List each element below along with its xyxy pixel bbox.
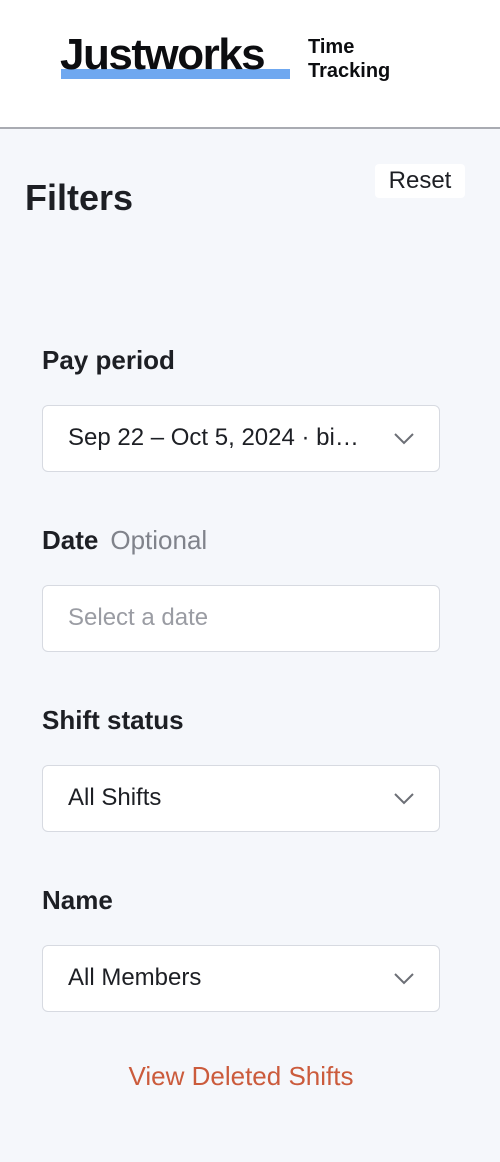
- name-value: All Members: [68, 964, 202, 991]
- pay-period-select[interactable]: Sep 22 – Oct 5, 2024 · biweekly: [42, 405, 440, 472]
- product-name-line2: Tracking: [308, 60, 391, 82]
- reset-button[interactable]: Reset: [375, 164, 465, 198]
- date-placeholder: Select a date: [68, 604, 209, 631]
- shift-status-label: Shift status: [42, 705, 184, 735]
- chevron-down-icon: [394, 433, 414, 445]
- chevron-down-icon: [394, 973, 414, 985]
- date-label-text: Date: [42, 525, 99, 555]
- date-label: Date Optional: [42, 524, 207, 556]
- product-name-line1: Time: [308, 36, 355, 58]
- shift-status-value: All Shifts: [68, 784, 162, 811]
- filters-title: Filters: [25, 177, 134, 218]
- justworks-logo[interactable]: Justworks: [60, 30, 266, 80]
- optional-label: Optional: [110, 525, 208, 555]
- name-select[interactable]: All Members: [42, 945, 440, 1012]
- pay-period-value: Sep 22 – Oct 5, 2024 · biweekly: [68, 424, 409, 451]
- view-deleted-shifts-link[interactable]: View Deleted Shifts: [42, 1058, 440, 1094]
- name-label: Name: [42, 885, 113, 915]
- date-input[interactable]: Select a date: [42, 585, 440, 652]
- product-name: Time Tracking: [308, 35, 390, 83]
- shift-status-select[interactable]: All Shifts: [42, 765, 440, 832]
- pay-period-label: Pay period: [42, 345, 175, 375]
- chevron-down-icon: [394, 793, 414, 805]
- app-header: Justworks Time Tracking: [0, 0, 500, 129]
